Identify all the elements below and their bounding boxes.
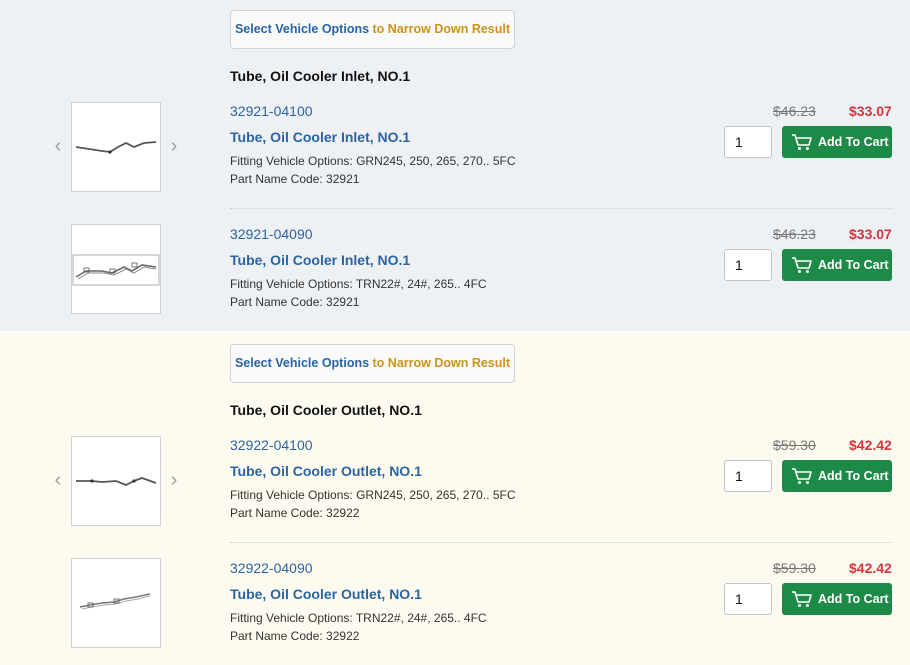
part-name-link[interactable]: Tube, Oil Cooler Inlet, NO.1 <box>230 129 410 145</box>
part-image[interactable] <box>71 102 161 192</box>
narrow-down-label-part1: Select Vehicle Options <box>234 356 370 370</box>
list-price: $46.23 <box>773 103 816 119</box>
narrow-down-button[interactable]: Select Vehicle Options to Narrow Down Re… <box>230 10 515 49</box>
group-title: Tube, Oil Cooler Inlet, NO.1 <box>230 68 411 84</box>
list-price: $59.30 <box>773 437 816 453</box>
sale-price: $42.42 <box>849 437 892 453</box>
add-to-cart-button[interactable]: Add To Cart <box>782 460 892 492</box>
list-item: ‹ › 32922-04100 Tube, Oil Cooler Outlet,… <box>0 430 910 550</box>
part-name-code: Part Name Code: 32922 <box>230 506 360 520</box>
part-name-code: Part Name Code: 32922 <box>230 629 360 643</box>
part-name-link[interactable]: Tube, Oil Cooler Outlet, NO.1 <box>230 463 422 479</box>
part-image[interactable] <box>71 224 161 314</box>
fitting-options: Fitting Vehicle Options: GRN245, 250, 26… <box>230 154 516 168</box>
part-group-outlet: Select Vehicle Options to Narrow Down Re… <box>0 331 910 665</box>
list-item: ‹ › 32921-04100 Tube, Oil Cooler Inlet, … <box>0 96 910 216</box>
part-image[interactable] <box>71 436 161 526</box>
part-image[interactable] <box>71 558 161 648</box>
add-to-cart-button[interactable]: Add To Cart <box>782 583 892 615</box>
quantity-input[interactable] <box>724 126 772 158</box>
part-number-link[interactable]: 32921-04100 <box>230 103 313 119</box>
chevron-left-icon[interactable]: ‹ <box>51 136 65 156</box>
sale-price: $33.07 <box>849 226 892 242</box>
fitting-options: Fitting Vehicle Options: TRN22#, 24#, 26… <box>230 611 487 625</box>
part-number-link[interactable]: 32921-04090 <box>230 226 313 242</box>
sale-price: $42.42 <box>849 560 892 576</box>
cart-icon <box>792 591 812 607</box>
part-name-link[interactable]: Tube, Oil Cooler Inlet, NO.1 <box>230 252 410 268</box>
list-price: $59.30 <box>773 560 816 576</box>
narrow-down-label-part2: to Narrow Down Result <box>369 22 511 36</box>
narrow-down-label-part1: Select Vehicle Options <box>234 22 370 36</box>
cart-icon <box>792 134 812 150</box>
list-item: 32921-04090 Tube, Oil Cooler Inlet, NO.1… <box>0 219 910 339</box>
fitting-options: Fitting Vehicle Options: GRN245, 250, 26… <box>230 488 516 502</box>
add-to-cart-label: Add To Cart <box>818 592 889 606</box>
add-to-cart-label: Add To Cart <box>818 469 889 483</box>
list-item: 32922-04090 Tube, Oil Cooler Outlet, NO.… <box>0 553 910 665</box>
add-to-cart-label: Add To Cart <box>818 258 889 272</box>
fitting-options: Fitting Vehicle Options: TRN22#, 24#, 26… <box>230 277 487 291</box>
quantity-input[interactable] <box>724 249 772 281</box>
narrow-down-button[interactable]: Select Vehicle Options to Narrow Down Re… <box>230 344 515 383</box>
part-name-code: Part Name Code: 32921 <box>230 295 360 309</box>
quantity-input[interactable] <box>724 583 772 615</box>
chevron-right-icon[interactable]: › <box>167 136 181 156</box>
part-name-link[interactable]: Tube, Oil Cooler Outlet, NO.1 <box>230 586 422 602</box>
part-number-link[interactable]: 32922-04090 <box>230 560 313 576</box>
divider <box>230 208 892 209</box>
cart-icon <box>792 468 812 484</box>
quantity-input[interactable] <box>724 460 772 492</box>
cart-icon <box>792 257 812 273</box>
list-price: $46.23 <box>773 226 816 242</box>
divider <box>230 542 892 543</box>
part-number-link[interactable]: 32922-04100 <box>230 437 313 453</box>
group-title: Tube, Oil Cooler Outlet, NO.1 <box>230 402 422 418</box>
part-group-inlet: Select Vehicle Options to Narrow Down Re… <box>0 0 910 331</box>
add-to-cart-button[interactable]: Add To Cart <box>782 249 892 281</box>
add-to-cart-label: Add To Cart <box>818 135 889 149</box>
chevron-left-icon[interactable]: ‹ <box>51 470 65 490</box>
add-to-cart-button[interactable]: Add To Cart <box>782 126 892 158</box>
sale-price: $33.07 <box>849 103 892 119</box>
part-name-code: Part Name Code: 32921 <box>230 172 360 186</box>
chevron-right-icon[interactable]: › <box>167 470 181 490</box>
narrow-down-label-part2: to Narrow Down Result <box>369 356 511 370</box>
